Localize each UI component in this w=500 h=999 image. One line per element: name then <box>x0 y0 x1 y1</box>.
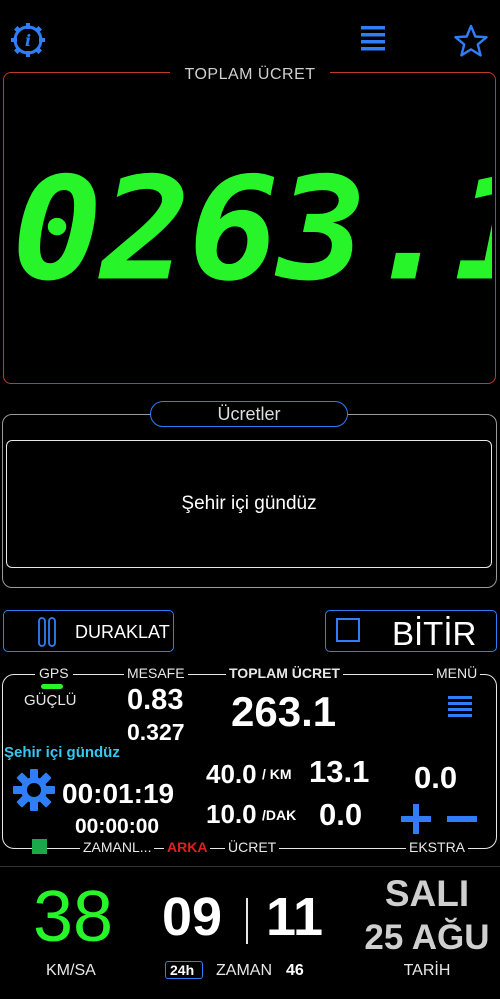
background-label: ARKA <box>164 839 211 855</box>
clock-hour: 09 <box>162 887 223 947</box>
date-label: TARİH <box>403 962 451 979</box>
per-minute-rate: 10.0 <box>206 799 257 829</box>
distance-value: 0.83 <box>127 684 184 716</box>
gear-icon <box>13 769 55 811</box>
extra-decrease-button[interactable] <box>443 800 481 838</box>
clock-second: 46 <box>286 962 304 979</box>
timer-label: ZAMANL... <box>80 839 155 855</box>
per-km-amount: 13.1 <box>309 754 370 789</box>
time-format-label: 24h <box>170 962 195 978</box>
time-label: ZAMAN <box>216 962 272 979</box>
per-minute-unit: /DAK <box>262 807 297 823</box>
speed-value: 38 <box>33 877 114 957</box>
fare-digits: 0263.1 <box>12 163 492 297</box>
total-fare-value: 263.1 <box>231 688 337 735</box>
total-fare-label: TOPLAM ÜCRET <box>226 665 343 681</box>
stop-icon <box>336 618 360 642</box>
pause-icon <box>38 617 56 647</box>
fare-mode-label: ÜCRET <box>225 839 280 855</box>
per-km-unit: / KM <box>262 766 292 782</box>
day-of-week: SALI <box>384 873 470 914</box>
menu-icon <box>361 26 385 51</box>
distance-sub-value: 0.327 <box>127 719 185 745</box>
distance-label: MESAFE <box>124 665 188 681</box>
extra-value: 0.0 <box>414 760 458 795</box>
list-icon <box>448 696 472 717</box>
extra-label: EKSTRA <box>406 839 469 855</box>
clock-minute: 11 <box>266 887 324 947</box>
dashboard-menu-button[interactable] <box>444 692 476 724</box>
timer-status-indicator <box>32 839 47 854</box>
pause-label: DURAKLAT <box>75 622 170 642</box>
stop-label: BİTİR <box>392 615 477 652</box>
gps-status: GÜÇLÜ <box>24 692 77 709</box>
clock-separator <box>246 898 248 944</box>
selected-rate-box[interactable]: Şehir içi gündüz <box>6 440 492 568</box>
star-icon <box>454 24 488 57</box>
waiting-time: 00:00:00 <box>75 815 160 838</box>
menu-button[interactable] <box>355 22 391 58</box>
pause-button[interactable]: DURAKLAT <box>3 610 174 652</box>
plus-icon <box>401 804 431 834</box>
selected-rate-label: Şehir içi gündüz <box>181 493 317 514</box>
speed-unit: KM/SA <box>46 962 96 979</box>
stop-button[interactable]: BİTİR <box>325 610 497 652</box>
gps-signal-bar <box>41 684 63 689</box>
per-km-rate: 40.0 <box>206 759 257 789</box>
elapsed-time: 00:01:19 <box>62 778 175 809</box>
footer-divider <box>0 866 500 867</box>
date-value: 25 AĞU <box>364 918 490 957</box>
svg-text:i: i <box>25 31 31 50</box>
settings-button[interactable] <box>12 768 56 812</box>
tariff-name: Şehir içi gündüz <box>4 744 120 761</box>
rates-title: Ücretler <box>150 401 348 427</box>
fare-label: TOPLAM ÜCRET <box>170 66 330 84</box>
info-icon: i <box>11 23 45 57</box>
minus-icon <box>447 816 477 822</box>
info-button[interactable]: i <box>8 20 48 60</box>
gps-label: GPS <box>35 665 73 681</box>
extra-increase-button[interactable] <box>397 800 435 838</box>
per-minute-amount: 0.0 <box>319 797 363 832</box>
favorite-button[interactable] <box>452 22 490 60</box>
menu-label: MENÜ <box>433 665 481 681</box>
